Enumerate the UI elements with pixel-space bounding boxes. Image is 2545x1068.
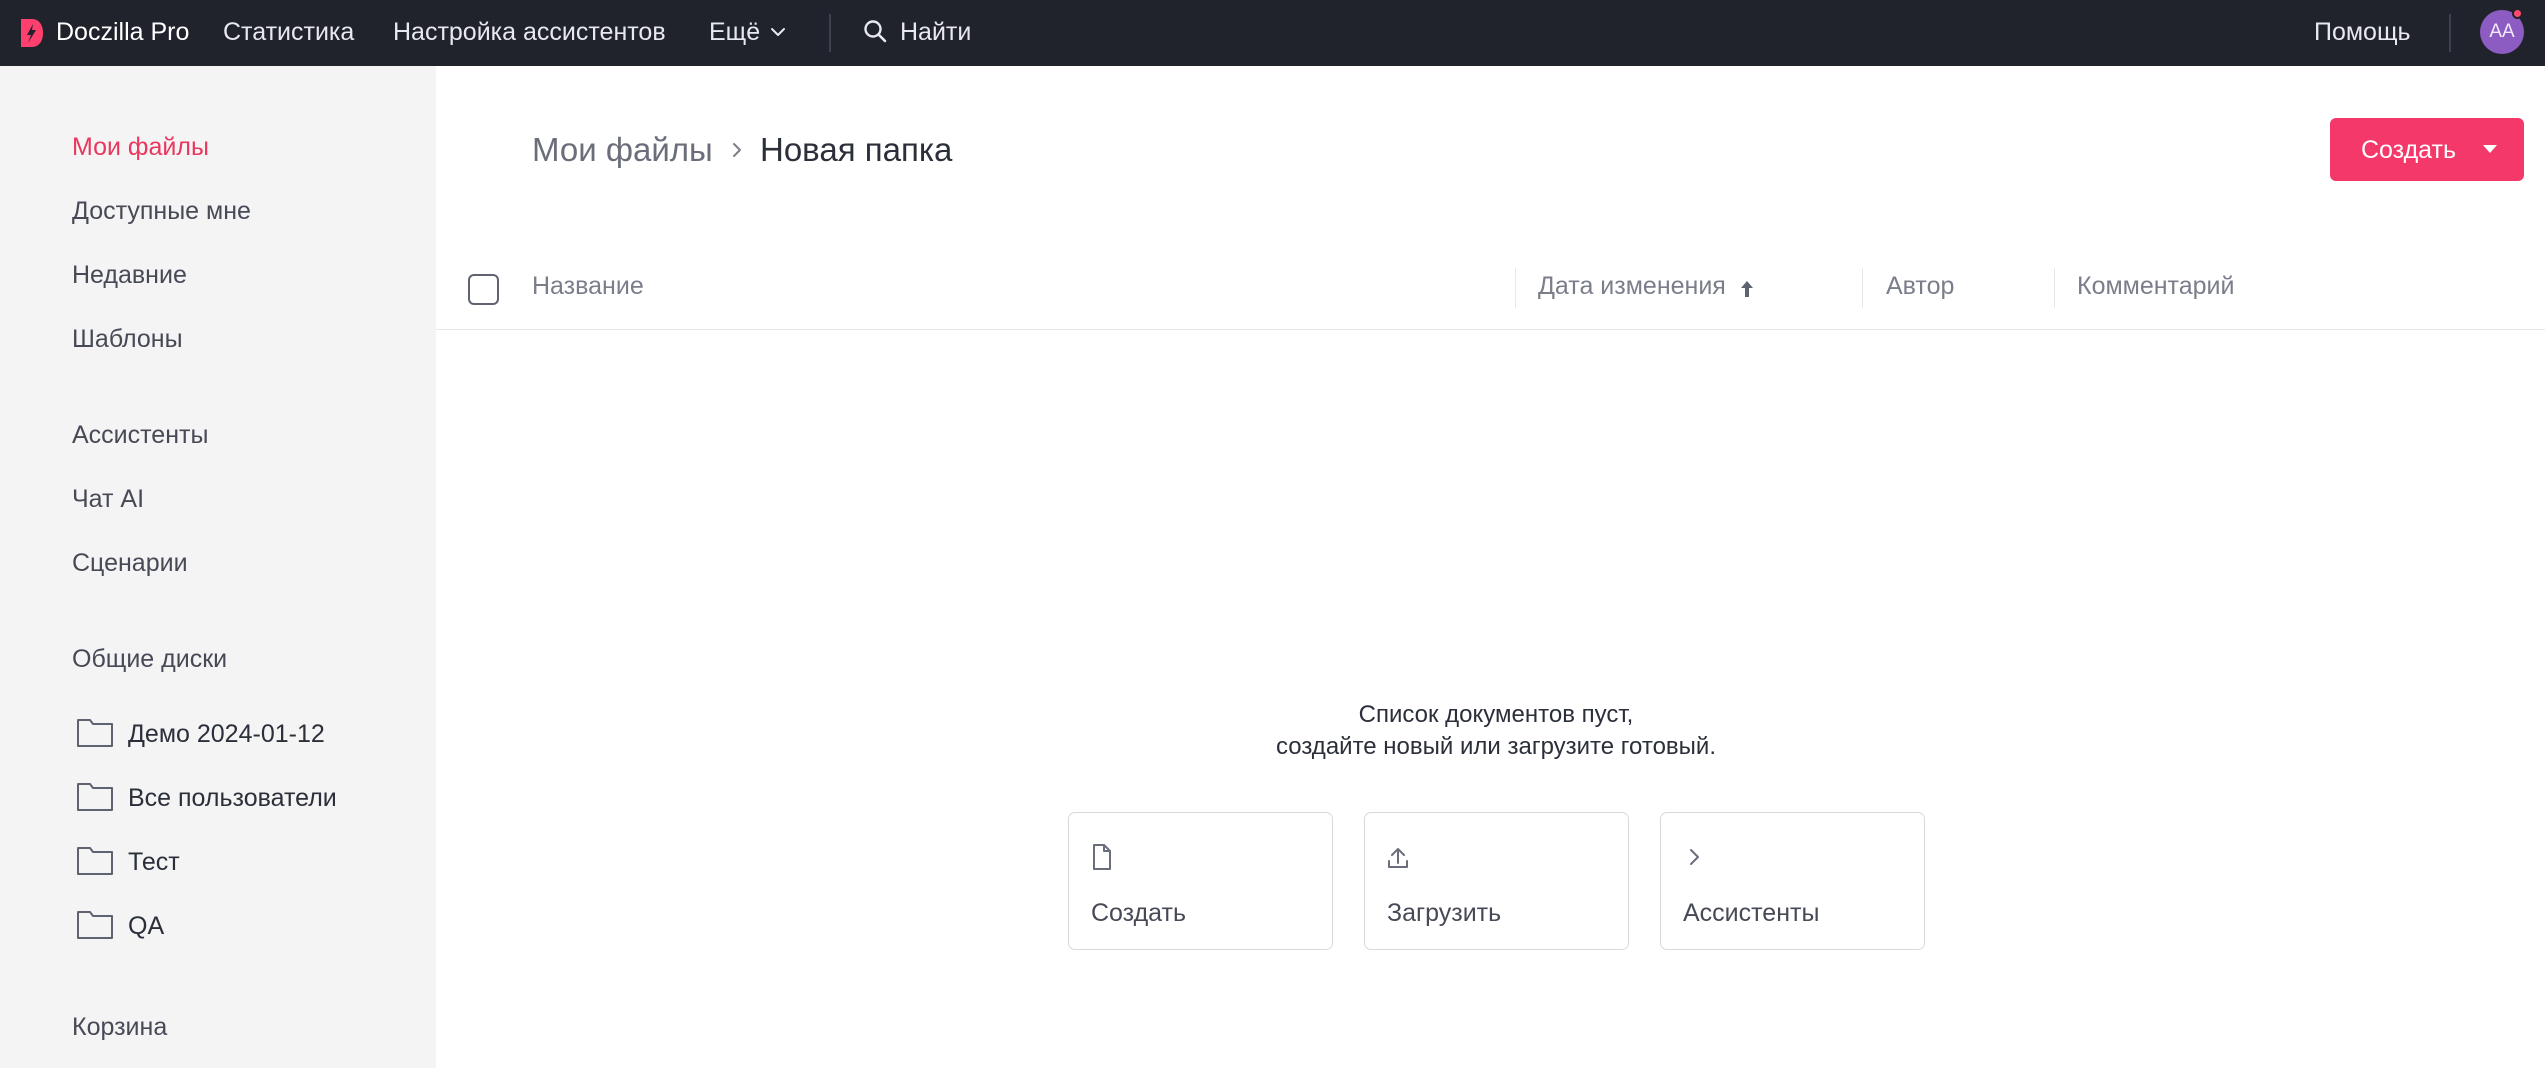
nav-divider: [2449, 14, 2451, 52]
document-icon: [1093, 844, 1111, 870]
chevron-right-icon: [733, 143, 741, 157]
breadcrumb-root[interactable]: Мои файлы: [532, 130, 713, 170]
create-document-card[interactable]: Создать: [1068, 812, 1333, 950]
empty-state-line-2: создайте новый или загрузите готовый.: [1275, 733, 1716, 760]
folder-label: Тест: [128, 848, 180, 876]
create-card-label: Создать: [1091, 899, 1187, 927]
sidebar-item-trash[interactable]: Корзина: [72, 1011, 167, 1043]
column-divider: [1862, 268, 1863, 308]
assistants-card[interactable]: Ассистенты: [1660, 812, 1925, 950]
sidebar-item-chat-ai[interactable]: Чат AI: [72, 483, 144, 515]
column-divider: [1515, 268, 1516, 308]
caret-down-icon: [2483, 145, 2497, 153]
folder-label: QA: [128, 912, 165, 940]
sidebar-heading-shared-drives: Общие диски: [72, 645, 228, 673]
brand-name[interactable]: Doczilla Pro: [56, 16, 189, 48]
folder-label: Все пользователи: [128, 784, 337, 812]
nav-assistant-settings[interactable]: Настройка ассистентов: [393, 16, 666, 48]
upload-document-card[interactable]: Загрузить: [1364, 812, 1629, 950]
chevron-down-icon[interactable]: [768, 22, 788, 42]
top-navigation-bar: Doczilla Pro Статистика Настройка ассист…: [0, 0, 2545, 66]
sidebar-item-my-files[interactable]: Мои файлы: [72, 131, 209, 163]
create-button[interactable]: Создать: [2330, 118, 2524, 181]
upload-card-label: Загрузить: [1387, 899, 1502, 927]
folder-label: Демо 2024-01-12: [128, 720, 325, 748]
nav-more[interactable]: Ещё: [709, 16, 760, 48]
folder-icon: [77, 911, 113, 939]
sort-ascending-icon[interactable]: [1738, 278, 1756, 300]
page-title: Новая папка: [760, 131, 953, 168]
column-modified-date[interactable]: Дата изменения: [1538, 270, 1726, 302]
doczilla-logo-icon: [21, 19, 43, 47]
search-icon[interactable]: [862, 18, 890, 46]
folder-icon: [77, 783, 113, 811]
sidebar-item-assistants[interactable]: Ассистенты: [72, 419, 208, 451]
column-name[interactable]: Название: [532, 270, 644, 302]
sidebar-item-shared-with-me[interactable]: Доступные мне: [72, 195, 251, 227]
nav-divider: [829, 14, 831, 52]
column-author[interactable]: Автор: [1886, 270, 1954, 302]
sidebar-item-recent[interactable]: Недавние: [72, 259, 187, 291]
upload-icon: [1388, 848, 1408, 868]
create-button-label: Создать: [2361, 136, 2457, 164]
search-button[interactable]: Найти: [900, 16, 971, 48]
empty-state-line-1: Список документов пуст,: [1358, 701, 1634, 728]
chevron-right-icon: [1690, 849, 1699, 865]
assistants-card-label: Ассистенты: [1683, 899, 1820, 927]
sidebar-item-templates[interactable]: Шаблоны: [72, 323, 183, 355]
select-all-checkbox[interactable]: [468, 274, 499, 305]
notification-dot: [2512, 8, 2523, 19]
column-comment[interactable]: Комментарий: [2077, 270, 2234, 302]
nav-statistics[interactable]: Статистика: [223, 16, 354, 48]
folder-icon: [77, 847, 113, 875]
help-link[interactable]: Помощь: [2314, 16, 2411, 48]
folder-icon: [77, 719, 113, 747]
column-divider: [2054, 268, 2055, 308]
sidebar-item-scenarios[interactable]: Сценарии: [72, 547, 188, 579]
